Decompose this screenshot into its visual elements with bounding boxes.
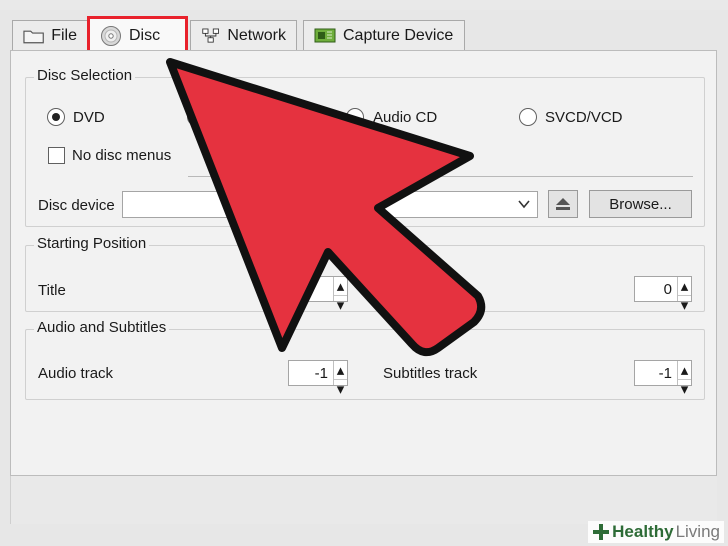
browse-button-label: Browse... [609, 195, 672, 213]
spin-down-icon[interactable]: ▾ [334, 295, 347, 314]
svcd-vcd-label: SVCD/VCD [545, 109, 623, 126]
subtitles-track-spinbox[interactable]: -1 ▴ ▾ [634, 360, 692, 398]
tab-disc-label: Disc [129, 27, 161, 44]
folder-icon [23, 30, 44, 43]
browse-button[interactable]: Browse... [589, 190, 692, 218]
tab-capture-label: Capture Device [343, 26, 454, 44]
title-label: Title [38, 282, 66, 299]
audio-subtitles-title: Audio and Subtitles [34, 319, 170, 336]
starting-position-group: Starting Position Title ▴ ▾ 0 ▴ ▾ [25, 235, 705, 314]
subtitles-track-label: Subtitles track [383, 365, 478, 382]
tab-disc[interactable]: Disc [87, 16, 188, 54]
disc-device-label: Disc device [38, 197, 115, 214]
title-spinbox[interactable]: ▴ ▾ [288, 276, 348, 314]
no-disc-menus-checkbox[interactable] [48, 147, 65, 164]
tab-capture-device[interactable]: Capture Device [303, 20, 465, 50]
chevron-down-icon [518, 200, 530, 209]
disc-panel: Disc Selection DVD Audio CD SVCD/VCD No … [10, 50, 717, 476]
bluray-radio[interactable] [187, 108, 205, 126]
tab-file-label: File [51, 26, 77, 44]
dvd-label: DVD [73, 109, 105, 126]
dvd-radio[interactable] [47, 108, 65, 126]
tab-network-label: Network [227, 26, 286, 44]
chapter-spinbox[interactable]: 0 ▴ ▾ [634, 276, 692, 314]
spin-down-icon[interactable]: ▾ [678, 295, 691, 314]
eject-button[interactable] [548, 190, 578, 218]
spin-up-icon[interactable]: ▴ [678, 361, 691, 379]
tab-network[interactable]: Network [190, 20, 297, 50]
tab-file[interactable]: File [12, 20, 88, 50]
spin-down-icon[interactable]: ▾ [678, 379, 691, 398]
tab-bar: File Network Capture Device Disc [0, 10, 728, 54]
eject-icon [556, 198, 570, 210]
audio-cd-label: Audio CD [373, 109, 438, 126]
disc-icon [101, 26, 121, 46]
starting-position-title: Starting Position [34, 235, 150, 252]
spin-up-icon[interactable]: ▴ [678, 277, 691, 295]
disc-selection-title: Disc Selection [34, 67, 136, 84]
svcd-vcd-radio[interactable] [519, 108, 537, 126]
audio-cd-radio[interactable] [346, 108, 364, 126]
watermark-part1: Healthy [612, 522, 674, 541]
chapter-value: 0 [663, 280, 672, 298]
audio-track-value: -1 [314, 364, 328, 382]
watermark-part2: Living [675, 522, 720, 541]
leaf-cross-icon [593, 524, 610, 540]
no-disc-menus-label: No disc menus [72, 147, 172, 164]
disc-options-separator [188, 176, 693, 177]
disc-selection-group: Disc Selection DVD Audio CD SVCD/VCD No … [25, 67, 705, 227]
audio-subtitles-group: Audio and Subtitles Audio track -1 ▴ ▾ Su… [25, 319, 705, 400]
spin-down-icon[interactable]: ▾ [334, 379, 347, 398]
capture-card-icon [314, 28, 336, 42]
audio-track-spinbox[interactable]: -1 ▴ ▾ [288, 360, 348, 398]
subtitles-track-value: -1 [658, 364, 672, 382]
bottom-bar [10, 476, 717, 524]
window-top-strip [0, 0, 728, 10]
network-icon [202, 28, 219, 43]
spin-up-icon[interactable]: ▴ [334, 277, 347, 295]
audio-track-label: Audio track [38, 365, 114, 382]
spin-up-icon[interactable]: ▴ [334, 361, 347, 379]
watermark-logo: Healthy Living [588, 521, 724, 543]
disc-device-combo[interactable] [122, 191, 538, 218]
